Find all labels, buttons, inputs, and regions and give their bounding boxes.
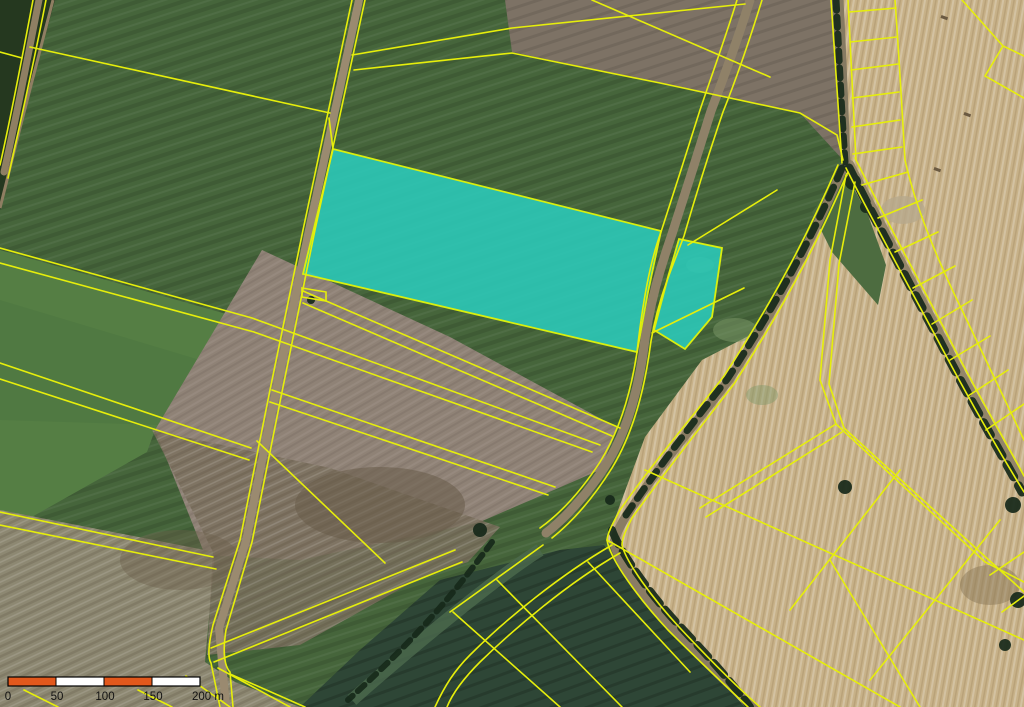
tree-clump [605,495,615,505]
scale-label-200m: 200 m [192,691,224,703]
scale-label-0: 0 [5,691,11,703]
tree-clump [473,523,487,537]
green-pale-patch2 [746,385,778,405]
scale-bar-segment-2 [104,677,152,686]
scale-label-50: 50 [51,691,64,703]
tree-clump [1005,497,1021,513]
field-layer [0,0,1024,707]
stubble-dark-patch2 [120,530,240,590]
tree-clump [307,296,315,304]
scale-bar-segment-3 [152,677,200,686]
map-viewport[interactable]: 0 50 100 150 200 m [0,0,1024,707]
map-canvas[interactable]: 0 50 100 150 200 m [0,0,1024,707]
stubble-dark-patch [295,467,465,543]
scale-bar-segment-1 [56,677,104,686]
scale-bar-segments [8,677,200,686]
tree-clump [838,480,852,494]
tree-clump [999,639,1011,651]
scale-label-100: 100 [95,691,114,703]
scale-label-150: 150 [143,691,162,703]
scale-bar-segment-0 [8,677,56,686]
